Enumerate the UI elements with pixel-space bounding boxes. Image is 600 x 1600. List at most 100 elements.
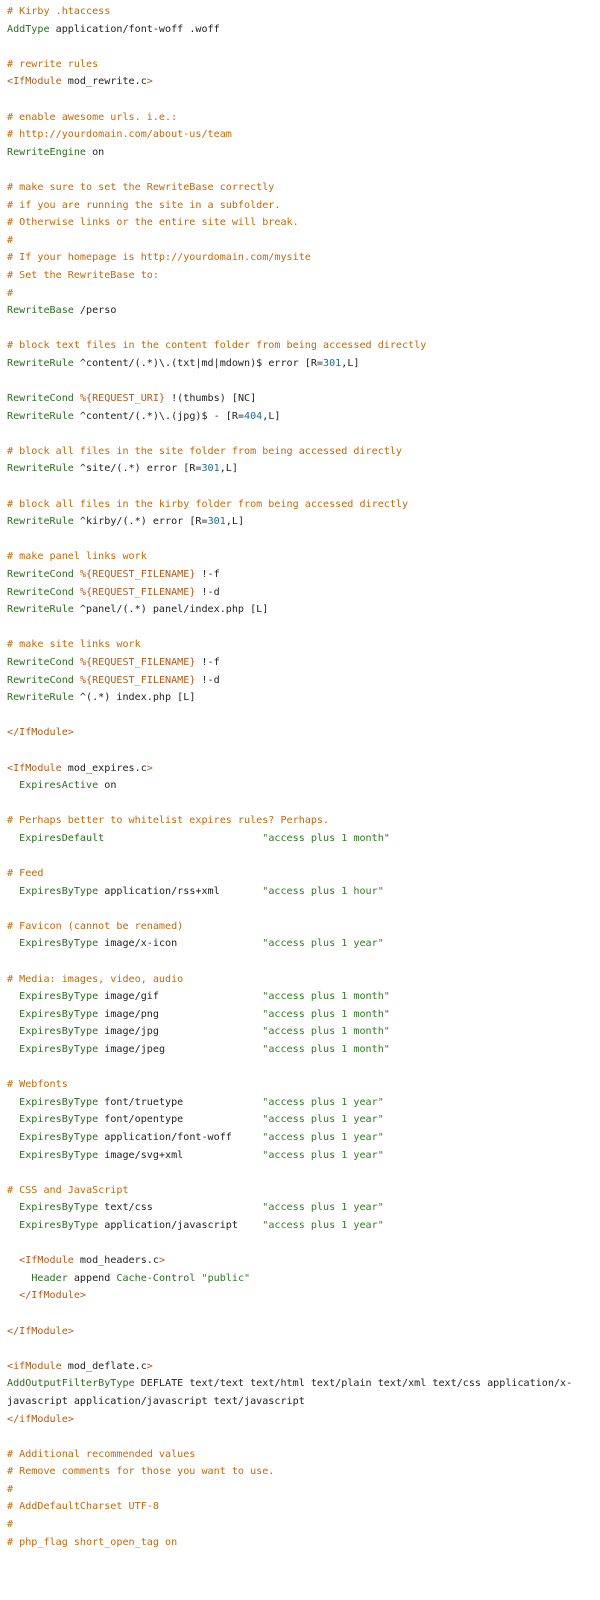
code-line: # Media: images, video, audio [7,971,600,989]
directive-token: ExpiresByType [19,1026,99,1038]
number-token: 301 [323,357,342,369]
code-line: Header append Cache-Control "public" [7,1270,600,1288]
variable-token: %{REQUEST_FILENAME} [79,674,196,686]
directive-token: ExpiresActive [19,780,99,792]
code-line: # Additional recommended values [7,1446,600,1464]
tag-token: <IfModule [7,76,62,88]
code-line: # block text files in the content folder… [7,337,600,355]
directive-token: RewriteEngine [7,146,87,158]
directive-token: RewriteRule [7,357,74,369]
directive-token: ExpiresDefault [19,832,105,844]
comment-token: # make sure to set the RewriteBase corre… [7,181,275,193]
code-line: # AddDefaultCharset UTF-8 [7,1498,600,1516]
code-line: # Perhaps better to whitelist expires ru… [7,812,600,830]
variable-token: %{REQUEST_URI} [79,393,166,405]
string-token: "access plus 1 month" [262,832,390,844]
comment-token: # rewrite rules [7,58,99,70]
code-line: RewriteRule ^(.*) index.php [L] [7,689,600,707]
directive-token: RewriteRule [7,604,74,616]
string-token: "access plus 1 year" [262,1202,384,1214]
string-token: "public" [201,1272,251,1284]
text-token: ^site/(.*) error [R= [73,463,202,475]
code-line: </IfModule> [7,1323,600,1341]
directive-token: ExpiresByType [19,885,99,897]
comment-token: # Otherwise links or the entire site wil… [7,217,299,229]
code-line: # Kirby .htaccess [7,3,600,21]
directive-token: RewriteCond [7,586,74,598]
tag-token: > [146,1360,153,1372]
text-token: ^(.*) index.php [L] [73,692,196,704]
text-token: /perso [73,305,117,317]
code-line: # [7,232,600,250]
code-line: RewriteCond %{REQUEST_URI} !(thumbs) [NC… [7,390,600,408]
text-token: ,L] [225,516,245,528]
tag-token: > [146,76,153,88]
directive-token: RewriteRule [7,692,74,704]
code-line: ExpiresByType image/x-icon "access plus … [7,935,600,953]
text-token: image/png [98,1008,263,1020]
directive-token: ExpiresByType [19,1044,99,1056]
directive-token: RewriteCond [7,674,74,686]
comment-token: # [7,287,14,299]
code-line: # [7,1516,600,1534]
text-token: image/svg+xml [98,1149,263,1161]
text-token: ^kirby/(.*) error [R= [73,516,208,528]
text-token: application/font-woff [98,1132,263,1143]
code-line: RewriteRule ^kirby/(.*) error [R=301,L] [7,513,600,531]
text-token: append [67,1272,117,1284]
code-line: RewriteCond %{REQUEST_FILENAME} !-d [7,584,600,602]
directive-token: AddType [7,23,50,35]
comment-token: # [7,234,14,246]
code-line: <IfModule mod_rewrite.c> [7,73,600,91]
comment-token: # AddDefaultCharset UTF-8 [7,1501,159,1513]
tag-token: <IfModule [19,1255,74,1267]
comment-token: # Perhaps better to whitelist expires ru… [7,815,330,827]
code-line: <IfModule mod_expires.c> [7,760,600,778]
code-line: RewriteRule ^site/(.*) error [R=301,L] [7,460,600,478]
text-token: !-d [195,674,220,686]
number-token: 301 [207,516,226,528]
text-token: on [86,146,105,158]
code-line: # Webfonts [7,1076,600,1094]
code-line: # Otherwise links or the entire site wil… [7,214,600,232]
comment-token: # block all files in the site folder fro… [7,445,403,457]
text-token: !-d [195,586,220,598]
text-token: mod_deflate.c [61,1360,147,1372]
text-token: !-f [195,656,220,668]
code-line: RewriteCond %{REQUEST_FILENAME} !-f [7,654,600,672]
comment-token: # If your homepage is http://yourdomain.… [7,252,311,264]
text-token: on [98,780,117,792]
number-token: 301 [201,463,220,475]
tag-token: > [146,762,153,774]
comment-token: # Feed [7,868,44,880]
code-line: <ifModule mod_deflate.c> [7,1358,600,1376]
text-token: image/x-icon [98,938,263,950]
comment-token: # php_flag short_open_tag on [7,1536,178,1548]
string-token: "access plus 1 month" [262,991,390,1003]
directive-token: RewriteBase [7,305,74,317]
text-token: !(thumbs) [NC] [165,393,257,405]
string-token: "access plus 1 year" [262,1219,384,1231]
comment-token: # Additional recommended values [7,1448,196,1460]
text-token: ^panel/(.*) panel/index.php [L] [73,604,269,616]
directive-token: ExpiresByType [19,938,99,950]
directive-token: RewriteRule [7,516,74,528]
code-line: <IfModule mod_headers.c> [7,1252,600,1270]
